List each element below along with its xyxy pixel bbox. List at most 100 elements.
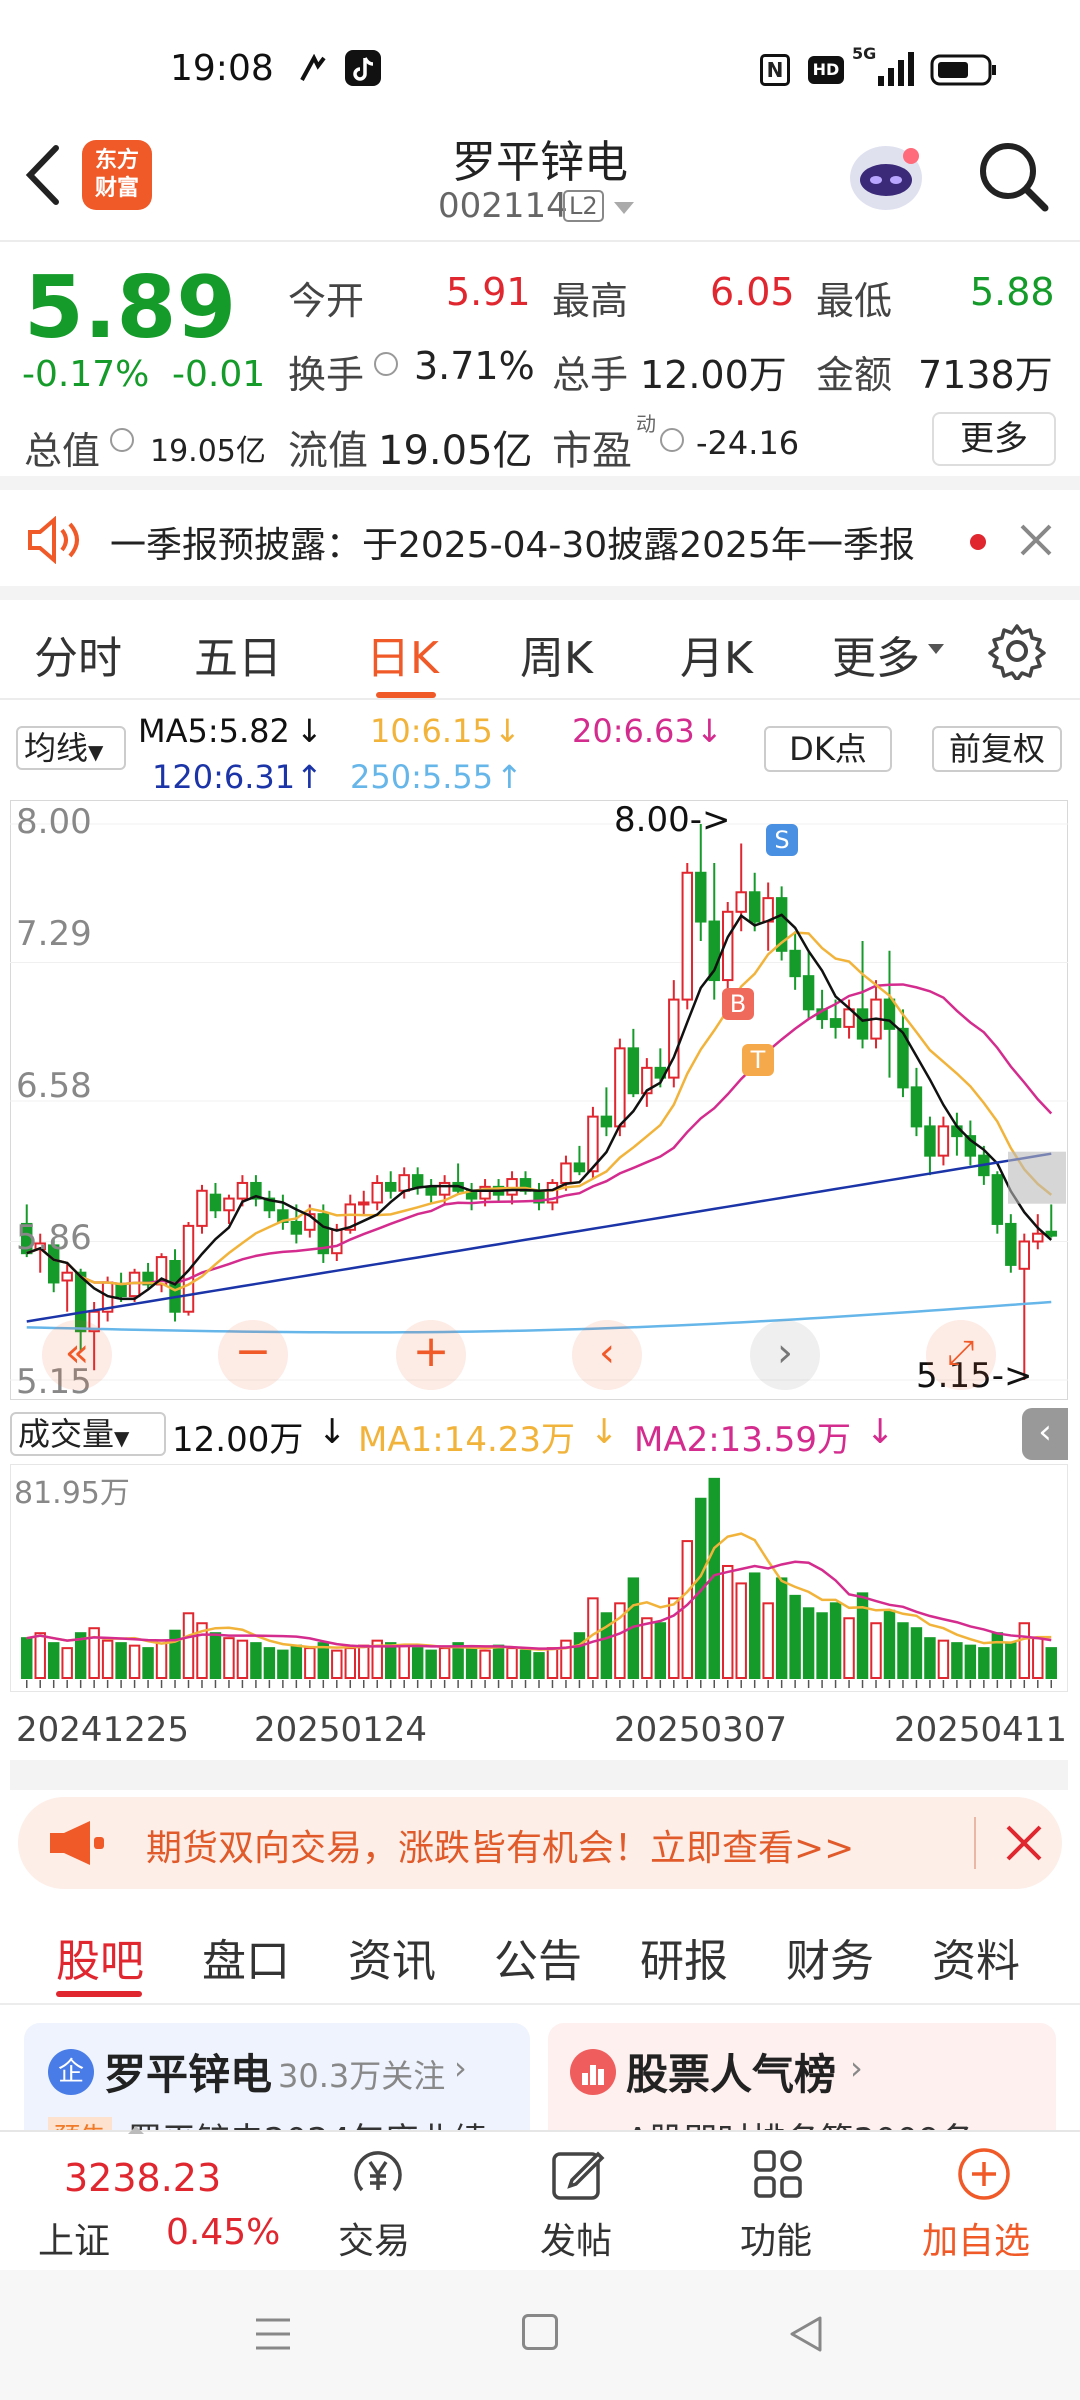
scroll-left-button[interactable]: ‹ xyxy=(572,1320,642,1390)
indicator-selector[interactable]: 成交量▼ xyxy=(10,1412,166,1456)
info-icon[interactable] xyxy=(374,352,398,376)
close-icon[interactable] xyxy=(1002,1821,1046,1865)
yen-coin-icon xyxy=(350,2146,406,2202)
tab-announcements[interactable]: 公告 xyxy=(494,1925,582,1989)
index-name[interactable]: 上证 xyxy=(38,2212,110,2264)
enterprise-badge-icon: 企 xyxy=(48,2049,94,2095)
volume-bar xyxy=(829,1602,842,1679)
follower-count: 30.3万关注 xyxy=(278,2057,446,2095)
scroll-right-button[interactable]: › xyxy=(750,1320,820,1390)
more-button[interactable]: 更多 xyxy=(932,412,1056,466)
volume-bar xyxy=(816,1612,828,1679)
volume-bar xyxy=(169,1629,181,1679)
change-percent: -0.17% xyxy=(22,354,150,395)
popularity-card[interactable]: 股票人气榜 › A股即时排名第3009名 xyxy=(548,2023,1056,2135)
robot-assistant-icon[interactable] xyxy=(845,134,927,216)
adjust-button[interactable]: 前复权 xyxy=(932,726,1062,772)
futures-ad-banner[interactable]: 期货双向交易，涨跌皆有机会！立即查看>> xyxy=(18,1797,1062,1889)
volume-bar xyxy=(1045,1647,1057,1680)
date-tick-label: 20241225 xyxy=(16,1710,190,1750)
tab-finance[interactable]: 财务 xyxy=(786,1925,874,1989)
volume-bar xyxy=(304,1647,316,1680)
vol-ma1-label: MA1:14.23万 xyxy=(358,1420,576,1460)
zoom-out-button[interactable]: − xyxy=(218,1320,288,1390)
candle-body xyxy=(937,1125,950,1157)
volume-bar xyxy=(425,1649,437,1679)
candle-body xyxy=(209,1193,222,1212)
collapse-panel-icon[interactable]: ‹ xyxy=(1022,1408,1068,1460)
candle-body xyxy=(573,1162,586,1173)
tab-weekly-k[interactable]: 周K xyxy=(520,622,593,686)
volume-chart[interactable] xyxy=(10,1464,1068,1692)
ma-selector[interactable]: 均线▼ xyxy=(16,726,126,770)
volume-bar xyxy=(735,1582,747,1679)
candle-body xyxy=(856,1008,869,1040)
volume-value: 12.00万 xyxy=(640,353,787,397)
speaker-icon xyxy=(26,515,82,565)
zoom-in-button[interactable]: + xyxy=(396,1320,466,1390)
home-icon[interactable] xyxy=(522,2314,558,2350)
post-button[interactable]: 发帖 xyxy=(518,2146,638,2266)
trade-button[interactable]: 交易 xyxy=(318,2146,438,2266)
info-icon[interactable] xyxy=(660,428,684,452)
back-nav-icon[interactable] xyxy=(786,2314,826,2354)
candle-body xyxy=(1005,1222,1017,1266)
index-value[interactable]: 3238.23 xyxy=(64,2156,221,2200)
add-circle-icon xyxy=(956,2146,1012,2202)
turnover-value: 3.71% xyxy=(414,344,535,388)
tab-more[interactable]: 更多 xyxy=(832,622,920,686)
edit-icon xyxy=(550,2146,606,2202)
tab-stock-forum[interactable]: 股吧 xyxy=(56,1925,144,1989)
candle-body xyxy=(331,1228,343,1255)
dk-point-button[interactable]: DK点 xyxy=(764,726,892,772)
functions-button[interactable]: 功能 xyxy=(718,2146,838,2266)
fullscreen-icon[interactable]: ⤢ xyxy=(926,1320,996,1390)
chevron-down-icon[interactable] xyxy=(614,202,634,214)
tab-order-book[interactable]: 盘口 xyxy=(202,1925,290,1989)
volume-axis-max: 81.95万 xyxy=(14,1476,130,1511)
sell-signal-badge[interactable]: S xyxy=(766,824,798,856)
company-card[interactable]: 企 罗平锌电 30.3万关注 › 预告 罗平锌电2024年度业绩 xyxy=(24,2023,530,2135)
tab-five-day[interactable]: 五日 xyxy=(194,622,282,686)
low-label: 最低 xyxy=(816,279,893,323)
volume-bar xyxy=(384,1642,397,1679)
candle-body xyxy=(411,1174,424,1188)
tab-news[interactable]: 资讯 xyxy=(348,1925,436,1989)
menu-icon[interactable] xyxy=(254,2316,292,2352)
level2-badge[interactable]: L2 xyxy=(563,190,604,222)
low-value: 5.88 xyxy=(970,270,1055,314)
tab-monthly-k[interactable]: 月K xyxy=(680,622,753,686)
add-watchlist-label: 加自选 xyxy=(922,2221,1031,2262)
tab-daily-k[interactable]: 日K xyxy=(366,622,439,686)
search-icon[interactable] xyxy=(975,138,1051,214)
company-card-title: 罗平锌电 xyxy=(104,2050,273,2099)
info-icon[interactable] xyxy=(110,428,134,452)
chevron-right-icon: › xyxy=(454,2049,467,2087)
tab-profile[interactable]: 资料 xyxy=(932,1925,1020,1989)
tab-intraday[interactable]: 分时 xyxy=(34,622,122,686)
notice-bar[interactable]: 一季报预披露：于2025-04-30披露2025年一季报 xyxy=(0,490,1080,600)
expand-caret-icon[interactable] xyxy=(128,2126,144,2134)
last-price: 5.89 xyxy=(24,258,237,358)
buy-signal-badge[interactable]: B xyxy=(722,988,754,1020)
ma250-label: 250:5.55 xyxy=(350,758,494,796)
candle-body xyxy=(802,975,815,1011)
t-signal-badge[interactable]: T xyxy=(742,1044,774,1076)
candlestick-chart[interactable] xyxy=(10,800,1068,1400)
add-watchlist-button[interactable]: 加自选 xyxy=(910,2146,1060,2266)
more-dropdown-icon[interactable] xyxy=(928,644,944,654)
gear-icon[interactable] xyxy=(988,622,1046,682)
tab-research[interactable]: 研报 xyxy=(640,1925,728,1989)
candle-body xyxy=(398,1174,410,1192)
active-tab-indicator xyxy=(56,1991,142,1997)
candle-body xyxy=(924,1125,936,1157)
index-change[interactable]: 0.45% xyxy=(166,2212,280,2253)
ma250-up-arrow: ↑ xyxy=(496,758,523,796)
stock-header: 东方 财富 罗平锌电 002114 L2 xyxy=(0,120,1080,242)
volume-bar xyxy=(21,1637,33,1679)
close-icon[interactable] xyxy=(1016,520,1056,560)
volume-bar xyxy=(182,1612,195,1679)
float-cap-label: 流值 xyxy=(288,428,368,474)
scroll-left-fast-button[interactable]: « xyxy=(42,1320,112,1390)
float-cap-value: 19.05亿 xyxy=(378,428,533,474)
